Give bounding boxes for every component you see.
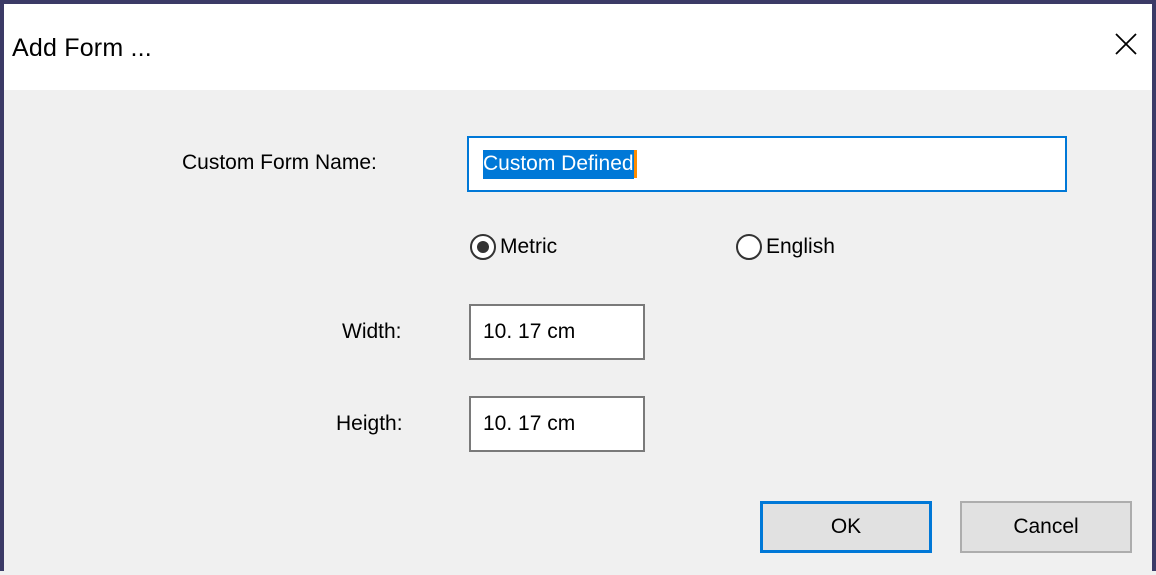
title-bar: Add Form ... bbox=[4, 4, 1152, 90]
cancel-button[interactable]: Cancel bbox=[960, 501, 1132, 553]
radio-selected-dot bbox=[477, 241, 489, 253]
close-button[interactable] bbox=[1104, 18, 1148, 70]
dialog-content: Custom Form Name: Custom Defined Metric … bbox=[4, 90, 1152, 575]
metric-radio[interactable]: Metric bbox=[470, 234, 557, 260]
metric-radio-circle bbox=[470, 234, 496, 260]
height-value: 10. 17 cm bbox=[483, 412, 576, 435]
english-radio-label: English bbox=[766, 235, 835, 258]
metric-radio-label: Metric bbox=[500, 235, 558, 258]
add-form-dialog: Add Form ... Custom Form Name: Custom De… bbox=[0, 0, 1156, 575]
close-icon bbox=[1115, 33, 1137, 55]
width-label: Width: bbox=[342, 320, 402, 343]
dialog-title: Add Form ... bbox=[12, 34, 152, 62]
height-label: Heigth: bbox=[336, 412, 403, 435]
english-radio[interactable]: English bbox=[736, 234, 835, 260]
custom-form-name-value: Custom Defined bbox=[483, 149, 634, 179]
custom-form-name-label: Custom Form Name: bbox=[182, 151, 377, 174]
custom-form-name-input[interactable]: Custom Defined bbox=[467, 136, 1067, 192]
height-input[interactable]: 10. 17 cm bbox=[469, 396, 645, 452]
width-input[interactable]: 10. 17 cm bbox=[469, 304, 645, 360]
ok-button[interactable]: OK bbox=[760, 501, 932, 553]
english-radio-circle bbox=[736, 234, 762, 260]
width-value: 10. 17 cm bbox=[483, 320, 576, 343]
text-caret bbox=[633, 150, 637, 178]
